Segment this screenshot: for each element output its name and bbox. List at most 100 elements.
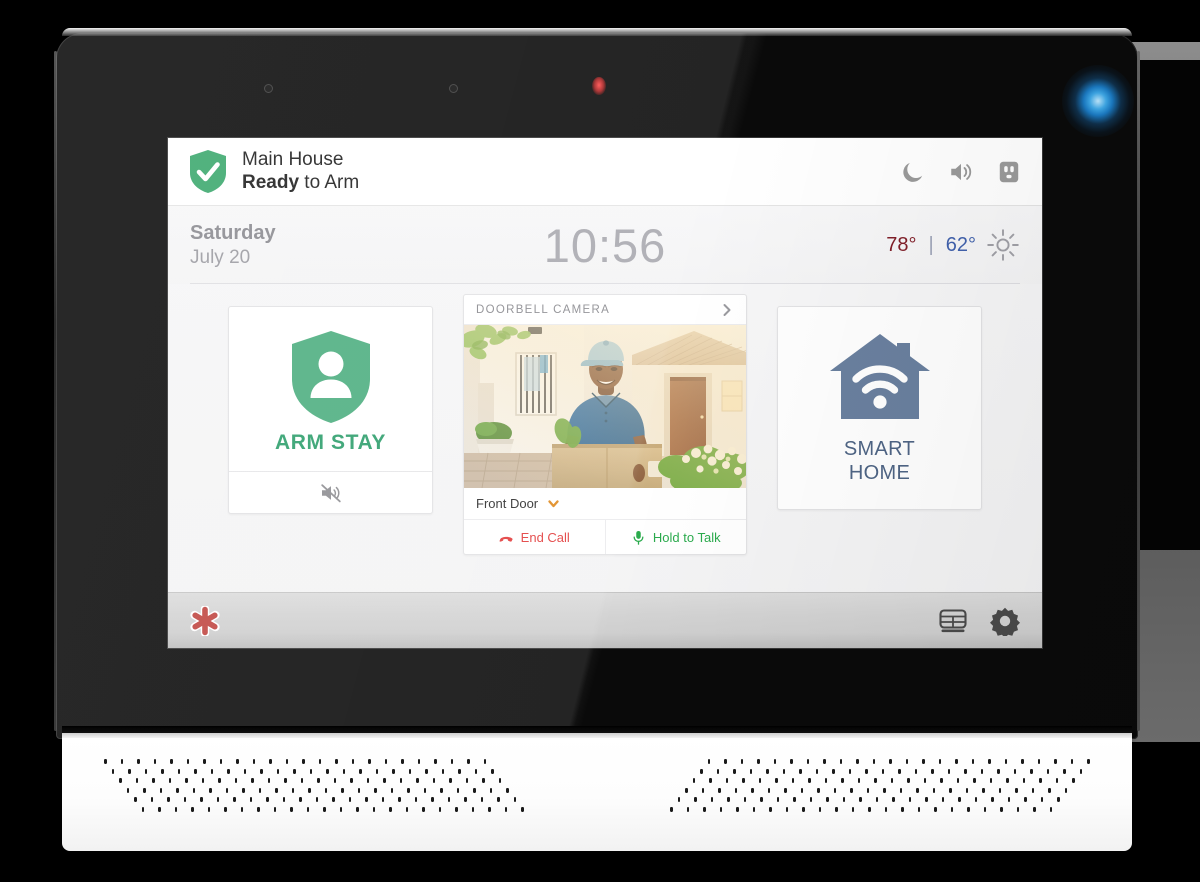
speaker-grille-dot xyxy=(983,806,987,812)
speaker-grille-dot xyxy=(467,759,470,764)
speaker-grille-dot xyxy=(785,806,789,812)
weather-block: 78° | 62° xyxy=(886,228,1020,262)
emergency-asterisk-icon[interactable] xyxy=(190,605,220,636)
outlet-icon[interactable] xyxy=(996,159,1022,185)
speaker-grille-dot xyxy=(1030,768,1033,774)
temp-low: 62° xyxy=(945,233,976,256)
speaker-grille-dot xyxy=(866,787,870,793)
speaker-grille-dot xyxy=(332,797,335,802)
speaker-grille-dot xyxy=(389,806,392,812)
speaker-grille-dot xyxy=(841,778,844,783)
speaker-grille-right xyxy=(670,759,1090,821)
hold-to-talk-label: Hold to Talk xyxy=(652,529,721,545)
speaker-grille-dot xyxy=(441,768,445,774)
speaker-grille-dot xyxy=(725,778,729,783)
sensor-dot-left xyxy=(264,84,273,93)
speaker-grille-dot xyxy=(483,759,487,764)
speaker-grille-dot xyxy=(186,759,190,764)
speaker-grille-dot xyxy=(947,768,951,774)
blue-power-led xyxy=(1062,65,1134,137)
speaker-grille-dot xyxy=(464,797,467,802)
status-text-block: Main House Ready to Arm xyxy=(242,149,359,194)
speaker-grille-dot xyxy=(694,797,697,802)
speaker-grille-dot xyxy=(1040,797,1044,802)
speaker-grille-dot xyxy=(233,797,236,802)
hold-to-talk-button[interactable]: Hold to Talk xyxy=(606,520,747,554)
speaker-grille-dot xyxy=(974,797,978,802)
speaker-grille-dot xyxy=(1024,797,1027,802)
speaker-grille-dot xyxy=(791,778,795,783)
speaker-grille-dot xyxy=(399,778,403,783)
arm-stay-main[interactable]: ARM STAY xyxy=(229,307,432,471)
speaker-grille-dot xyxy=(890,778,894,783)
speaker-grille-dot xyxy=(414,797,418,802)
shield-person-icon xyxy=(291,331,370,423)
speaker-grille-dot xyxy=(727,797,730,802)
keypad-icon[interactable] xyxy=(938,606,968,636)
speaker-grille-dot xyxy=(808,778,811,783)
speaker-grille-dot xyxy=(898,768,901,774)
moon-icon[interactable] xyxy=(900,159,926,185)
speaker-grille-dot xyxy=(405,806,409,812)
speaker-grille-dot xyxy=(922,759,925,764)
speaker-grille-dot xyxy=(416,778,419,783)
speaker-grille-dot xyxy=(800,787,804,793)
doorbell-camera-header[interactable]: DOORBELL CAMERA xyxy=(464,295,746,325)
speaker-grille-dot xyxy=(700,768,703,774)
doorbell-camera-feed[interactable] xyxy=(464,325,746,488)
panel-state-suffix: to Arm xyxy=(299,171,360,193)
speaker-grille-dot xyxy=(161,768,164,774)
speaker-grille-dot xyxy=(159,787,163,793)
doorbell-camera-card[interactable]: DOORBELL CAMERA Front Door End Call Hold… xyxy=(463,294,747,555)
arm-stay-label: ARM STAY xyxy=(275,431,386,454)
house-wifi-icon xyxy=(829,333,930,419)
smart-home-card[interactable]: SMART HOME xyxy=(777,306,982,510)
speaker-muted-icon[interactable] xyxy=(319,481,343,505)
chevron-right-icon[interactable] xyxy=(720,303,734,317)
speaker-grille-dot xyxy=(724,759,727,764)
speaker-grille-dot xyxy=(372,806,376,812)
speaker-grille-dot xyxy=(923,778,927,783)
speaker-grille-dot xyxy=(889,759,892,764)
arm-stay-card[interactable]: ARM STAY xyxy=(228,306,433,514)
speaker-grille-dot xyxy=(392,768,395,774)
speaker-grille-dot xyxy=(856,759,859,764)
speaker-grille-dot xyxy=(456,787,460,793)
speaker-grille-dot xyxy=(192,787,196,793)
speaker-grille-dot xyxy=(868,806,871,812)
doorbell-call-actions: End Call Hold to Talk xyxy=(464,520,746,554)
speaker-grille-dot xyxy=(267,778,271,783)
speaker-grille-dot xyxy=(1070,759,1074,764)
speaker-grille-dot xyxy=(743,797,747,802)
chevron-down-icon[interactable] xyxy=(547,497,560,510)
speaker-grille-dot xyxy=(359,768,362,774)
end-call-button[interactable]: End Call xyxy=(464,520,606,554)
speaker-grille-dot xyxy=(176,787,179,793)
screenshot-scene: Main House Ready to Arm Saturday July 20… xyxy=(0,0,1200,882)
doorbell-device-selector[interactable]: Front Door xyxy=(464,488,746,520)
speaker-grille-dot xyxy=(480,797,484,802)
speaker-grille-dot xyxy=(883,787,886,793)
gear-icon[interactable] xyxy=(990,606,1020,636)
temp-high: 78° xyxy=(886,233,917,256)
speaker-grille-dot xyxy=(677,797,681,802)
speaker-grille-dot xyxy=(790,759,793,764)
speaker-grille-dot xyxy=(872,759,876,764)
speaker-grille-dot xyxy=(884,806,888,812)
speaker-grille-dot xyxy=(126,787,130,793)
speaker-grille-dot xyxy=(881,768,885,774)
speaker-grille-dot xyxy=(1049,806,1053,812)
speaker-grille-dot xyxy=(168,778,172,783)
arm-stay-footer[interactable] xyxy=(229,471,432,513)
speaker-grille-dot xyxy=(293,768,296,774)
speaker-grille-dot xyxy=(309,768,313,774)
speaker-grille-dot xyxy=(901,806,904,812)
panel-screen: Main House Ready to Arm Saturday July 20… xyxy=(168,138,1042,648)
speaker-grille-dot xyxy=(128,768,131,774)
speaker-grille-dot xyxy=(207,806,211,812)
speaker-grille-dot xyxy=(357,787,361,793)
speaker-grille-dot xyxy=(802,806,805,812)
speaker-grille-dot xyxy=(401,759,404,764)
volume-icon[interactable] xyxy=(948,159,974,185)
speaker-grille-dot xyxy=(488,806,491,812)
